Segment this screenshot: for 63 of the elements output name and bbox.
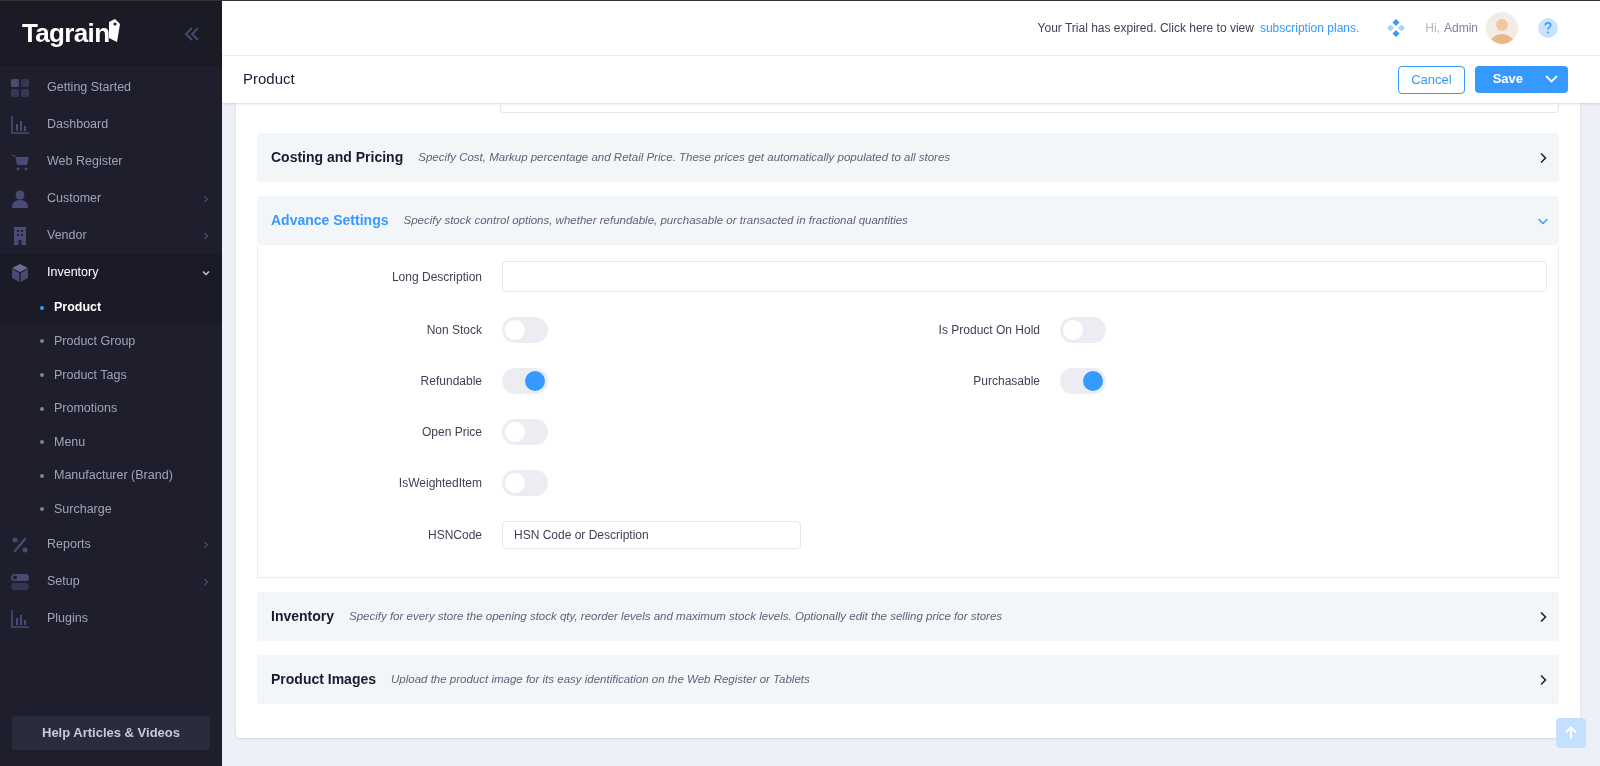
sidebar-subitem[interactable]: Surcharge <box>0 492 222 527</box>
sidebar-item[interactable]: Web Register <box>0 143 222 180</box>
building-icon <box>11 226 29 245</box>
sidebar-subitem[interactable]: Promotions <box>0 391 222 426</box>
field-label: HSNCode <box>426 527 482 544</box>
toggle-label: Is Product On Hold <box>937 322 1040 339</box>
avatar[interactable] <box>1486 12 1518 44</box>
sidebar-subitem[interactable]: Product Tags <box>0 358 222 392</box>
help-button[interactable]: Help Articles & Videos <box>12 716 210 750</box>
section-header[interactable]: Product Images Upload the product image for its easy identification on the Web Register or Tablets <box>257 655 1559 704</box>
toggle-switch[interactable] <box>502 368 548 394</box>
collapse-icon[interactable] <box>184 26 200 41</box>
person-icon <box>11 189 29 208</box>
sidebar-subitem[interactable]: Manufacturer (Brand) <box>0 458 222 493</box>
bullet-icon <box>40 473 44 478</box>
bullet-icon <box>40 440 44 445</box>
bullet-icon <box>40 339 44 344</box>
sidebar-subitem[interactable]: Product Group <box>0 324 222 359</box>
tag-icon <box>107 17 122 44</box>
sidebar-item[interactable]: Reports <box>0 526 222 564</box>
user-name: Admin <box>1444 20 1478 37</box>
scroll-top-button[interactable] <box>1556 718 1586 748</box>
logo: Tagrain <box>22 17 110 50</box>
input-field[interactable] <box>502 261 1547 292</box>
bar-chart-icon <box>11 115 29 134</box>
grid-icon <box>11 78 29 97</box>
section-header[interactable]: Inventory Specify for every store the opening stock qty, reorder levels and maximum stock levels. Optionally edit the selling price for stores <box>257 592 1559 641</box>
input-field[interactable] <box>500 103 1559 113</box>
arrow-up-icon <box>1565 726 1577 740</box>
sidebar-item[interactable]: Dashboard <box>0 106 222 143</box>
page-title: Product <box>243 69 295 90</box>
sidebar-subitem[interactable]: Menu <box>0 425 222 459</box>
bullet-icon <box>40 406 44 411</box>
toggles-icon <box>11 572 29 591</box>
sidebar-subitem[interactable]: Product <box>0 291 222 325</box>
sidebar-item[interactable]: Plugins <box>0 600 222 638</box>
toggle-label: Non Stock <box>425 322 482 339</box>
toggle-label: Open Price <box>420 424 482 441</box>
input-field[interactable]: HSN Code or Description <box>502 521 801 549</box>
greeting: Hi, <box>1425 20 1440 37</box>
sidebar-item[interactable]: Vendor <box>0 217 222 254</box>
section-header[interactable]: Costing and Pricing Specify Cost, Markup percentage and Retail Price. These prices get automatically populated to all stores <box>257 133 1559 182</box>
toggle-label: Refundable <box>419 373 482 390</box>
toggle-label: IsWeightedItem <box>397 475 482 492</box>
bullet-icon <box>40 507 44 512</box>
toggle-switch[interactable] <box>1060 368 1106 394</box>
sidebar-item[interactable]: Customer <box>0 180 222 217</box>
bullet-icon <box>40 373 44 377</box>
field-label: Long Description <box>390 268 482 286</box>
sidebar-item[interactable]: Setup <box>0 563 222 601</box>
diamond-icon[interactable] <box>1387 19 1406 37</box>
percent-icon <box>11 535 29 554</box>
section-header[interactable]: Advance Settings Specify stock control options, whether refundable, purchasable or transacted in fractional quantities <box>257 196 1559 245</box>
help-icon[interactable] <box>1538 18 1558 38</box>
cart-icon <box>11 152 29 171</box>
bullet-icon <box>40 305 44 310</box>
toggle-label: Purchasable <box>972 373 1040 390</box>
box-icon <box>11 263 29 282</box>
bar-chart-icon <box>11 609 29 628</box>
trial-notice: Your Trial has expired. Click here to view <box>1037 20 1254 37</box>
sidebar-item[interactable]: Getting Started <box>0 69 222 106</box>
sidebar-item[interactable]: Inventory <box>0 254 222 291</box>
caret-icon <box>1545 75 1558 83</box>
